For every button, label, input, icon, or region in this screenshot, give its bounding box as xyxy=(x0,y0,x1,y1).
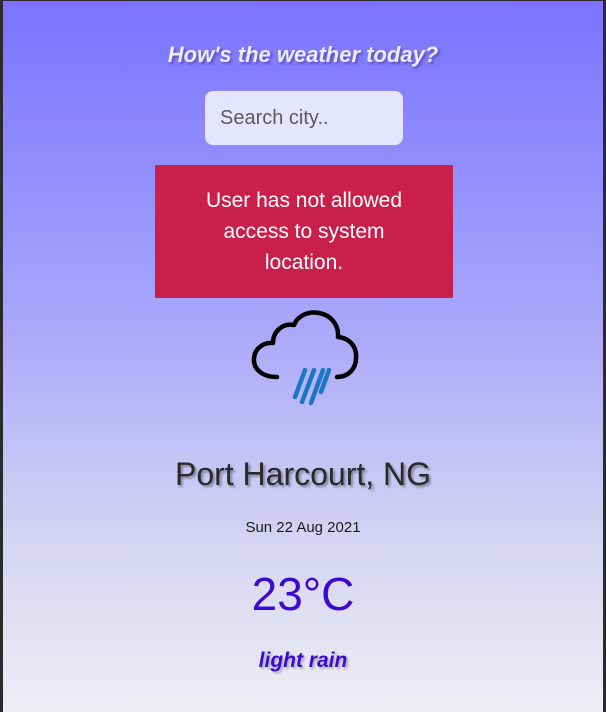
page-title: How's the weather today? xyxy=(167,42,439,67)
weather-app: How's the weather today? User has not al… xyxy=(3,1,603,712)
weather-date: Sun 22 Aug 2021 xyxy=(245,519,361,536)
weather-description: light rain xyxy=(258,649,348,672)
temperature: 23°C xyxy=(251,568,355,620)
search-city-input[interactable] xyxy=(205,91,403,145)
location-name: Port Harcourt, NG xyxy=(174,456,432,492)
location-error-alert: User has not allowed access to system lo… xyxy=(155,165,453,298)
cloud-rain-icon xyxy=(251,309,363,421)
